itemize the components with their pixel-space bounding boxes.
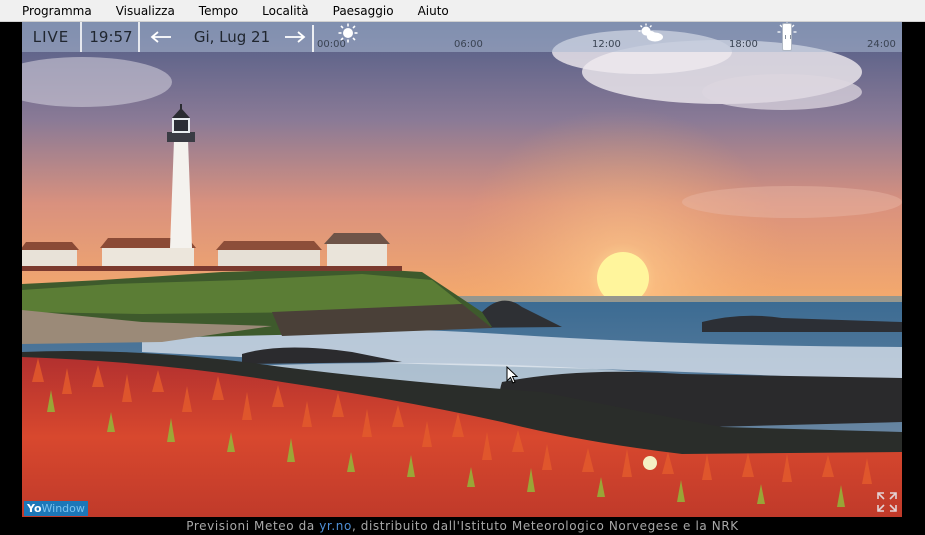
mouse-cursor-icon: [506, 365, 519, 388]
footer-prefix: Previsioni Meteo da: [186, 519, 315, 533]
yowindow-logo[interactable]: YoWindow: [24, 501, 88, 516]
date-label: Gi, Lug 21: [193, 28, 271, 46]
footer-credits: Previsioni Meteo da yr.no, distribuito d…: [0, 517, 925, 535]
hour-label-12: 12:00: [592, 39, 621, 50]
menu-tempo[interactable]: Tempo: [187, 0, 250, 22]
timeline-bar: LIVE 19:57 Gi, Lug 21 00:00 06:00 12:00 …: [22, 22, 902, 52]
menu-bar: Programma Visualizza Tempo Località Paes…: [0, 0, 925, 22]
sun-cloud-icon: [636, 23, 666, 47]
hour-label-18: 18:00: [729, 39, 758, 50]
footer-suffix: , distribuito dall'Istituto Meteorologic…: [351, 519, 739, 533]
sun-icon: [338, 23, 358, 47]
current-time: 19:57: [84, 22, 140, 52]
menu-paesaggio[interactable]: Paesaggio: [321, 0, 406, 22]
fullscreen-icon[interactable]: [876, 491, 898, 513]
yr-no-link[interactable]: yr.no: [319, 519, 352, 533]
landscape-scene[interactable]: LIVE 19:57 Gi, Lug 21 00:00 06:00 12:00 …: [22, 22, 902, 517]
time-slider-handle[interactable]: [782, 23, 792, 51]
logo-yo-text: Yo: [27, 502, 42, 515]
logo-window-text: Window: [41, 502, 85, 515]
timeline-divider: [312, 25, 314, 52]
arrow-left-icon[interactable]: [146, 22, 176, 52]
menu-visualizza[interactable]: Visualizza: [104, 0, 187, 22]
live-button[interactable]: LIVE: [22, 22, 82, 52]
menu-localita[interactable]: Località: [250, 0, 321, 22]
lighthouse-landscape-image: [22, 22, 902, 517]
hour-label-24: 24:00: [867, 39, 896, 50]
hour-label-6: 06:00: [454, 39, 483, 50]
menu-programma[interactable]: Programma: [0, 0, 104, 22]
arrow-right-icon[interactable]: [280, 22, 310, 52]
menu-aiuto[interactable]: Aiuto: [406, 0, 461, 22]
